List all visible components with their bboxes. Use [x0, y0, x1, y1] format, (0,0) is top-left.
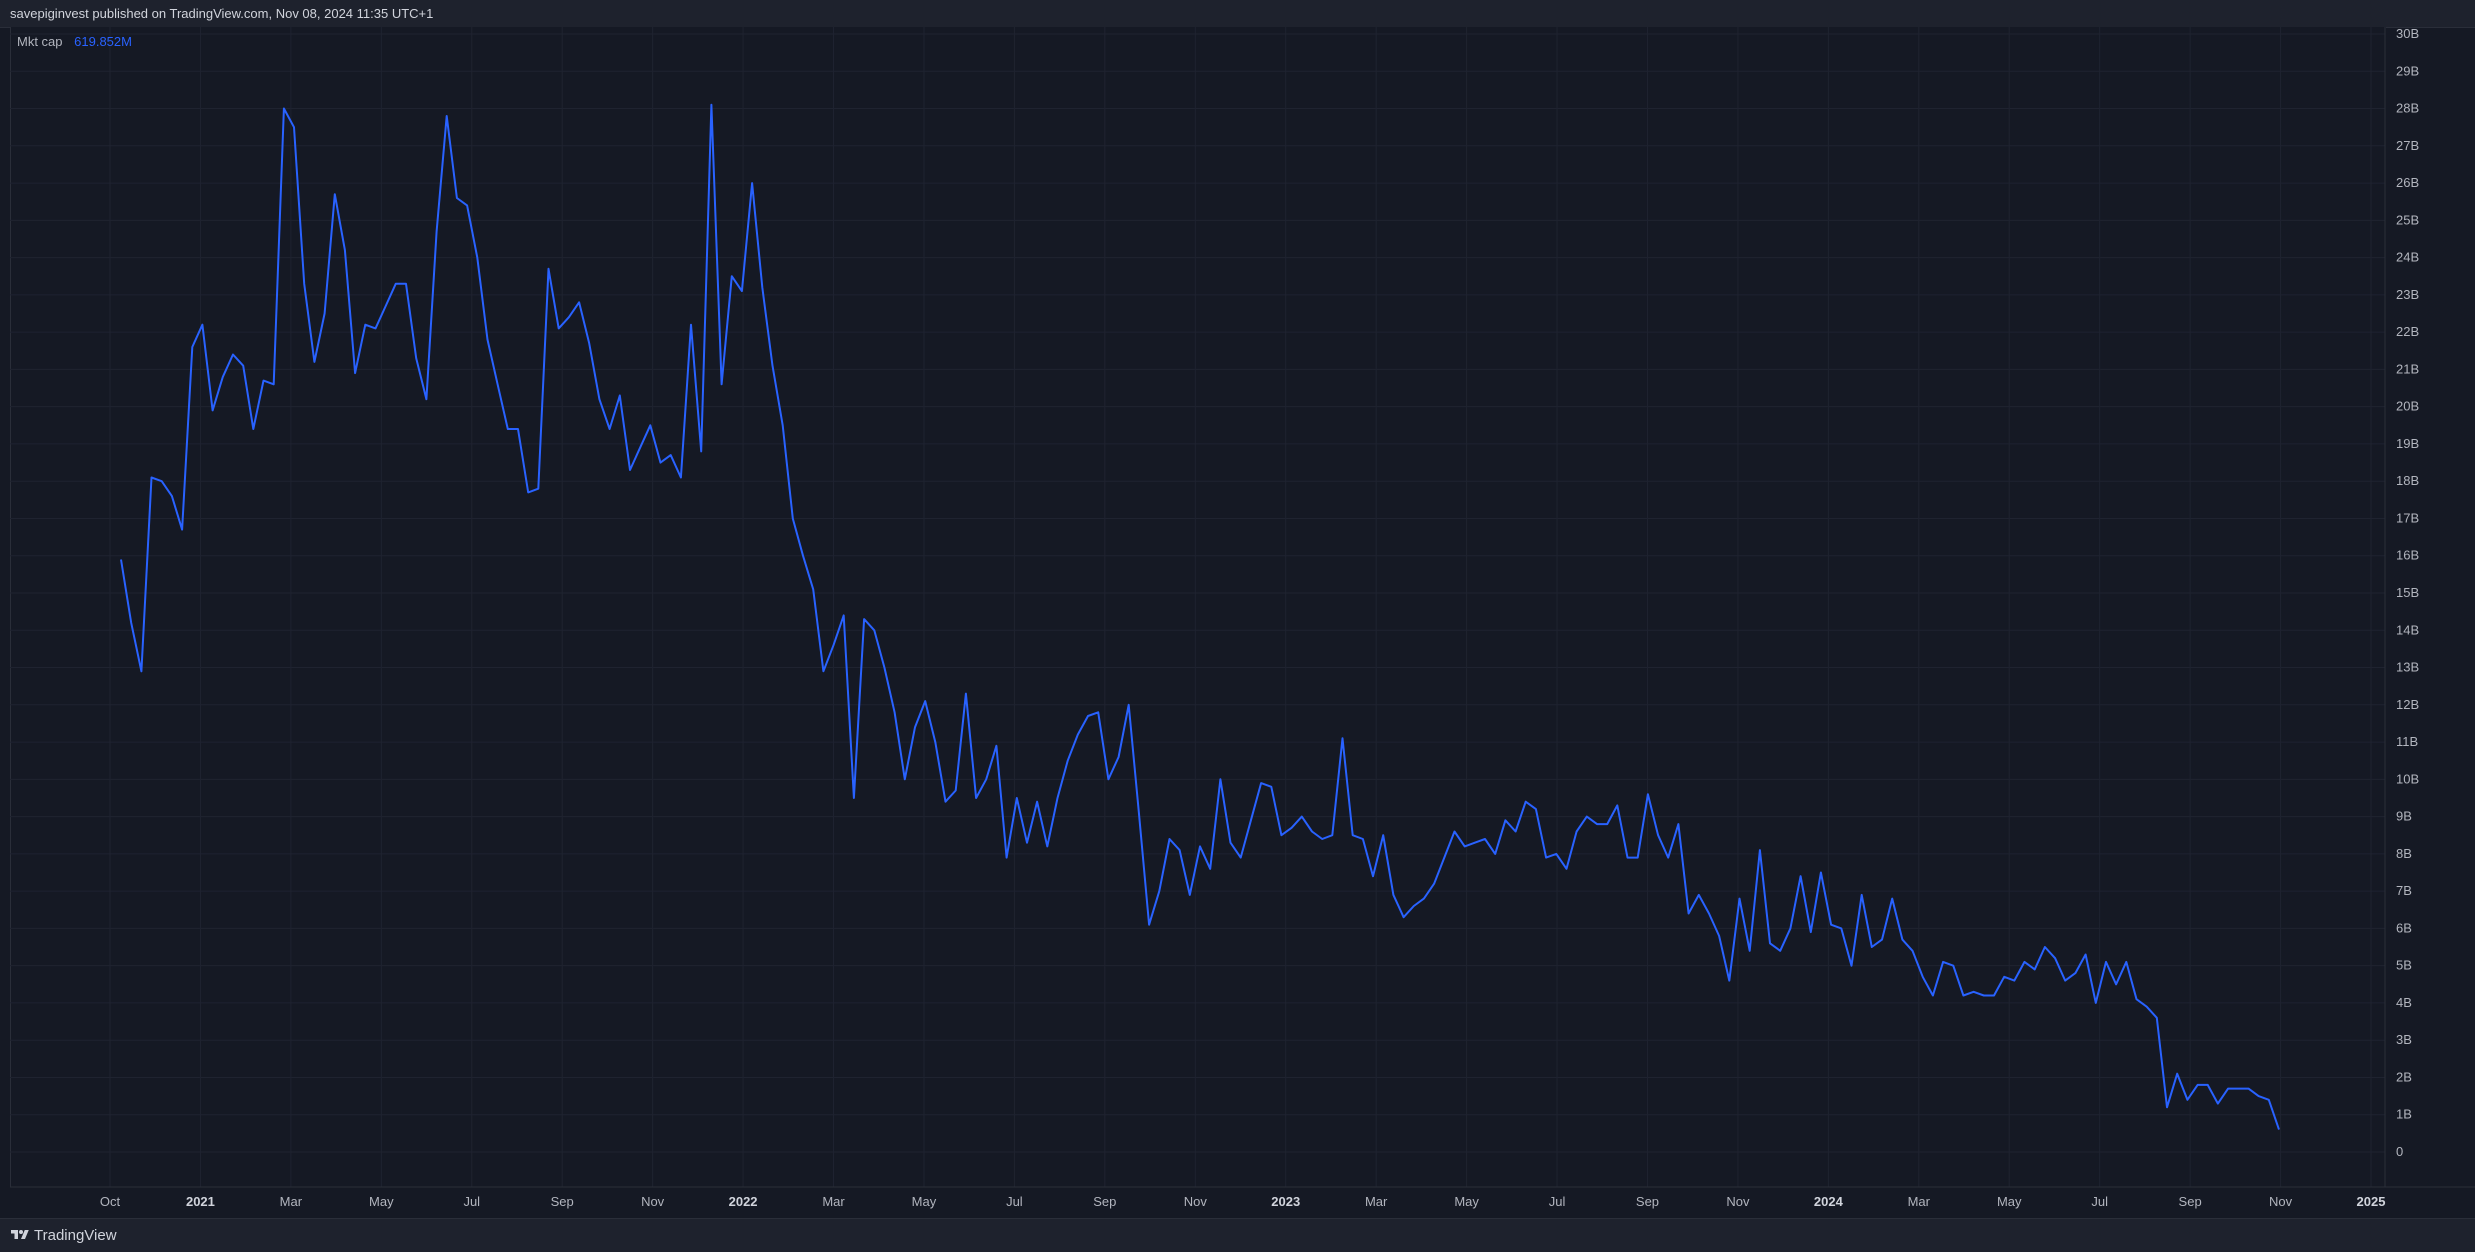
tradingview-logo-icon[interactable]: [10, 1228, 30, 1242]
y-tick-label: 19B: [2396, 436, 2419, 451]
x-tick-label: Sep: [2179, 1194, 2202, 1209]
y-tick-label: 15B: [2396, 585, 2419, 600]
y-tick-label: 9B: [2396, 809, 2412, 824]
market-cap-series-line: [120, 103, 2280, 1130]
footer-brand[interactable]: TradingView: [34, 1227, 117, 1244]
y-tick-label: 24B: [2396, 250, 2419, 265]
y-tick-label: 27B: [2396, 138, 2419, 153]
series-legend[interactable]: Mkt cap 619.852M: [17, 34, 132, 49]
x-tick-label: 2022: [729, 1194, 758, 1209]
x-tick-label: Mar: [1908, 1194, 1931, 1209]
y-tick-label: 7B: [2396, 883, 2412, 898]
y-tick-label: 12B: [2396, 697, 2419, 712]
y-tick-label: 1B: [2396, 1107, 2412, 1122]
y-tick-label: 26B: [2396, 175, 2419, 190]
y-tick-label: 22B: [2396, 324, 2419, 339]
x-tick-label: Mar: [280, 1194, 303, 1209]
chart-grid: [10, 27, 2385, 1187]
y-tick-label: 5B: [2396, 958, 2412, 973]
y-tick-label: 30B: [2396, 26, 2419, 41]
x-tick-label: 2025: [2357, 1194, 2386, 1209]
x-tick-label: May: [912, 1194, 937, 1209]
x-tick-label: Sep: [1093, 1194, 1116, 1209]
y-tick-label: 8B: [2396, 846, 2412, 861]
x-tick-label: Jul: [463, 1194, 480, 1209]
x-tick-label: May: [369, 1194, 394, 1209]
y-tick-label: 16B: [2396, 548, 2419, 563]
y-tick-label: 20B: [2396, 399, 2419, 414]
x-tick-label: 2024: [1814, 1194, 1844, 1209]
x-tick-label: Sep: [551, 1194, 574, 1209]
legend-series-name: Mkt cap: [17, 34, 63, 49]
x-tick-label: Mar: [1365, 1194, 1388, 1209]
y-tick-label: 14B: [2396, 622, 2419, 637]
y-tick-label: 28B: [2396, 101, 2419, 116]
y-tick-label: 3B: [2396, 1032, 2412, 1047]
x-tick-label: Nov: [1726, 1194, 1750, 1209]
y-tick-label: 21B: [2396, 361, 2419, 376]
y-tick-label: 10B: [2396, 771, 2419, 786]
x-tick-label: Jul: [1006, 1194, 1023, 1209]
footer-bar: TradingView: [0, 1218, 2475, 1252]
x-axis-labels: Oct 2021 Mar May Jul Sep Nov 2022 Mar May Jul Sep No…: [100, 1194, 2386, 1209]
x-tick-label: May: [1454, 1194, 1479, 1209]
y-tick-label: 13B: [2396, 660, 2419, 675]
market-cap-chart[interactable]: Oct 2021 Mar May Jul Sep Nov 2022 Mar May Jul Sep No…: [0, 0, 2475, 1218]
x-tick-label: Sep: [1636, 1194, 1659, 1209]
y-tick-label: 23B: [2396, 287, 2419, 302]
legend-series-value: 619.852M: [74, 34, 132, 49]
x-tick-label: Jul: [2091, 1194, 2108, 1209]
y-tick-label: 11B: [2396, 734, 2418, 749]
y-tick-label: 4B: [2396, 995, 2412, 1010]
x-tick-label: 2023: [1271, 1194, 1300, 1209]
y-tick-label: 29B: [2396, 63, 2419, 78]
x-tick-label: Jul: [1549, 1194, 1566, 1209]
x-tick-label: 2021: [186, 1194, 215, 1209]
x-tick-label: Nov: [2269, 1194, 2293, 1209]
y-axis-labels: 0 1B 2B 3B 4B 5B 6B 7B 8B 9B 10B 11B 12B 13B 14B 15B 16B…: [2396, 26, 2419, 1159]
x-tick-label: Oct: [100, 1194, 121, 1209]
y-tick-label: 6B: [2396, 920, 2412, 935]
x-tick-label: Nov: [641, 1194, 665, 1209]
x-tick-label: Mar: [822, 1194, 845, 1209]
y-tick-label: 17B: [2396, 510, 2419, 525]
y-tick-label: 25B: [2396, 212, 2419, 227]
x-tick-label: May: [1997, 1194, 2022, 1209]
x-tick-label: Nov: [1184, 1194, 1208, 1209]
y-tick-label: 0: [2396, 1144, 2403, 1159]
y-tick-label: 2B: [2396, 1069, 2412, 1084]
y-tick-label: 18B: [2396, 473, 2419, 488]
